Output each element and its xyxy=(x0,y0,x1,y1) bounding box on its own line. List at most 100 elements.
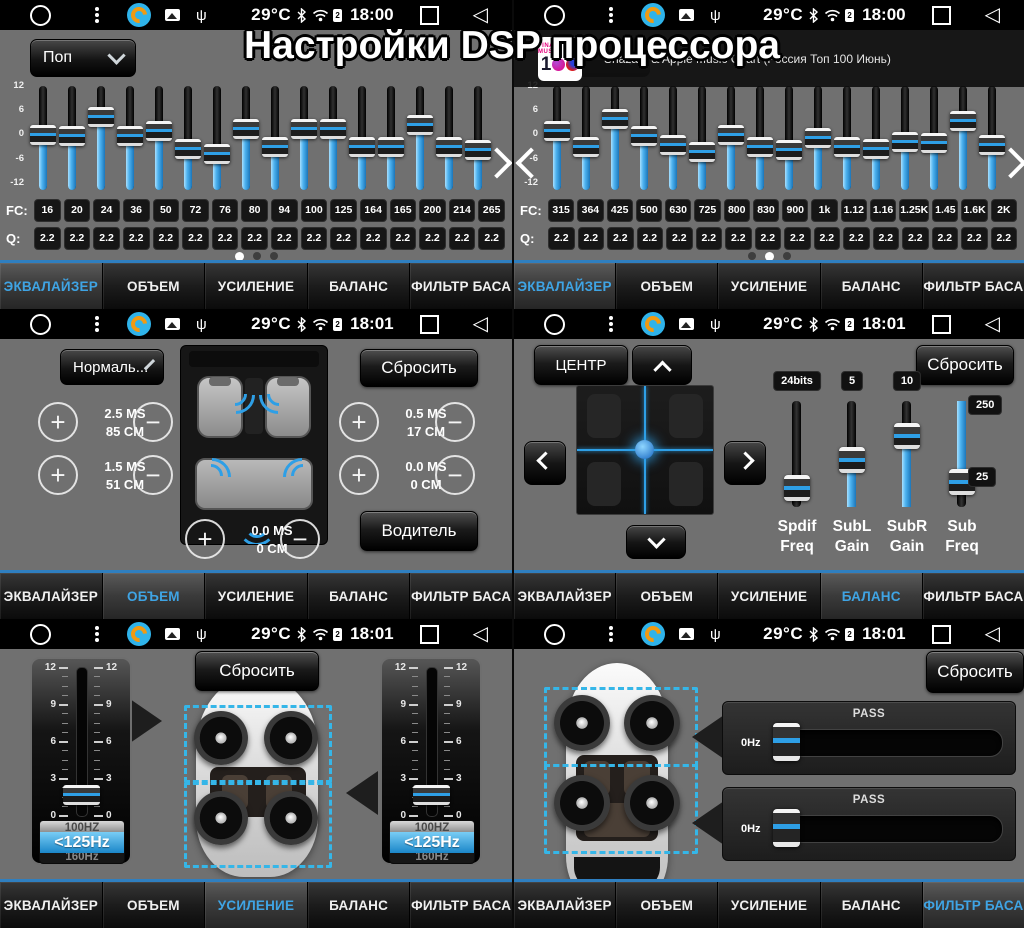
back-triangle-icon[interactable]: ◁ xyxy=(473,624,488,644)
eq-band-slider[interactable] xyxy=(174,86,202,190)
tab-1[interactable]: ЭКВАЛАЙЗЕР xyxy=(514,263,616,309)
eq-band-slider[interactable] xyxy=(116,86,144,190)
fc-value-badge[interactable]: 16 xyxy=(34,199,61,222)
fc-value-badge[interactable]: 50 xyxy=(153,199,180,222)
slider-thumb[interactable] xyxy=(747,137,773,157)
eq-band-slider[interactable] xyxy=(145,86,173,190)
rear-gain-fader[interactable]: 121299663300100HZ<125Hz160Hz xyxy=(380,657,482,865)
eq-band-slider[interactable] xyxy=(319,86,347,190)
slider-thumb[interactable] xyxy=(233,119,259,139)
slider-thumb[interactable] xyxy=(544,121,570,141)
recents-square-icon[interactable] xyxy=(932,315,951,334)
slider-thumb[interactable] xyxy=(175,139,201,159)
recents-square-icon[interactable] xyxy=(420,625,439,644)
delay-preset-dropdown[interactable]: Нормаль... xyxy=(60,349,164,385)
fader-thumb[interactable] xyxy=(63,785,100,805)
fader-down-button[interactable] xyxy=(626,525,686,559)
q-value-badge[interactable]: 2.2 xyxy=(873,227,900,250)
tab-2[interactable]: ОБЪЕМ xyxy=(103,573,206,619)
fc-value-badge[interactable]: 36 xyxy=(123,199,150,222)
fc-value-badge[interactable]: 364 xyxy=(577,199,603,222)
tab-1[interactable]: ЭКВАЛАЙЗЕР xyxy=(514,882,616,928)
q-value-badge[interactable]: 2.2 xyxy=(961,227,988,250)
fc-value-badge[interactable]: 214 xyxy=(449,199,476,222)
tab-1[interactable]: ЭКВАЛАЙЗЕР xyxy=(0,263,103,309)
frequency-option[interactable]: 100HZ xyxy=(390,821,474,832)
slider-thumb[interactable] xyxy=(349,137,375,157)
pass-filter-thumb[interactable] xyxy=(773,809,800,847)
delay-plus-button[interactable]: + xyxy=(38,402,78,442)
slider-thumb[interactable] xyxy=(776,140,802,160)
recents-square-icon[interactable] xyxy=(420,6,439,25)
delay-minus-button[interactable]: − xyxy=(133,455,173,495)
q-value-badge[interactable]: 2.2 xyxy=(548,227,575,250)
back-triangle-icon[interactable]: ◁ xyxy=(985,314,1000,334)
front-pass-filter[interactable]: PASS0Hz xyxy=(722,701,1016,775)
tab-3[interactable]: УСИЛЕНИЕ xyxy=(718,573,820,619)
fader-up-button[interactable] xyxy=(632,345,692,385)
q-value-badge[interactable]: 2.2 xyxy=(212,227,239,250)
app-logo-icon[interactable] xyxy=(641,312,665,336)
reset-button[interactable]: Сбросить xyxy=(926,651,1024,693)
frequency-picker[interactable]: 100HZ<125Hz160Hz xyxy=(389,820,475,864)
home-circle-icon[interactable] xyxy=(30,314,51,335)
eq-band-slider[interactable] xyxy=(920,86,948,190)
app-logo-icon[interactable] xyxy=(127,312,151,336)
delay-minus-button[interactable]: − xyxy=(435,402,475,442)
q-value-badge[interactable]: 2.2 xyxy=(241,227,268,250)
tab-2[interactable]: ОБЪЕМ xyxy=(103,882,206,928)
tab-4[interactable]: БАЛАНС xyxy=(308,263,411,309)
eq-band-slider[interactable] xyxy=(290,86,318,190)
fc-value-badge[interactable]: 500 xyxy=(636,199,662,222)
slider-thumb[interactable] xyxy=(805,128,831,148)
eq-band-slider[interactable] xyxy=(746,86,774,190)
tab-1[interactable]: ЭКВАЛАЙЗЕР xyxy=(514,573,616,619)
slider-thumb[interactable] xyxy=(59,126,85,146)
recents-square-icon[interactable] xyxy=(932,6,951,25)
delay-minus-button[interactable]: − xyxy=(280,519,320,559)
slider-thumb[interactable] xyxy=(204,144,230,164)
balance-position-map[interactable] xyxy=(576,385,714,515)
tab-3[interactable]: УСИЛЕНИЕ xyxy=(205,573,308,619)
overflow-menu-icon[interactable] xyxy=(609,13,613,17)
eq-band-slider[interactable] xyxy=(891,86,919,190)
rear-pass-filter[interactable]: PASS0Hz xyxy=(722,787,1016,861)
fc-value-badge[interactable]: 165 xyxy=(390,199,417,222)
frequency-picker[interactable]: 100HZ<125Hz160Hz xyxy=(39,820,125,864)
fc-value-badge[interactable]: 1.45 xyxy=(932,199,958,222)
eq-band-slider[interactable] xyxy=(435,86,463,190)
eq-band-slider[interactable] xyxy=(601,86,629,190)
delay-minus-button[interactable]: − xyxy=(435,455,475,495)
tab-5[interactable]: ФИЛЬТР БАСА xyxy=(923,573,1024,619)
back-triangle-icon[interactable]: ◁ xyxy=(985,624,1000,644)
eq-band-slider[interactable] xyxy=(804,86,832,190)
frequency-option[interactable]: 100HZ xyxy=(40,821,124,832)
reset-button[interactable]: Сбросить xyxy=(360,349,478,387)
tab-3[interactable]: УСИЛЕНИЕ xyxy=(718,263,820,309)
tab-1[interactable]: ЭКВАЛАЙЗЕР xyxy=(0,573,103,619)
balance-slider-subl-gain[interactable]: 5SubLGain xyxy=(822,371,882,571)
fc-value-badge[interactable]: 315 xyxy=(548,199,574,222)
center-button[interactable]: ЦЕНТР xyxy=(534,345,628,385)
slider-thumb[interactable] xyxy=(921,133,947,153)
overflow-menu-icon[interactable] xyxy=(95,322,99,326)
fc-value-badge[interactable]: 265 xyxy=(478,199,505,222)
fc-value-badge[interactable]: 630 xyxy=(665,199,691,222)
balance-slider-subr-gain[interactable]: 10SubRGain xyxy=(877,371,937,571)
tab-5[interactable]: ФИЛЬТР БАСА xyxy=(410,263,512,309)
eq-band-slider[interactable] xyxy=(572,86,600,190)
fc-value-badge[interactable]: 800 xyxy=(724,199,750,222)
q-value-badge[interactable]: 2.2 xyxy=(123,227,150,250)
slider-thumb[interactable] xyxy=(718,125,744,145)
slider-thumb[interactable] xyxy=(320,119,346,139)
fc-value-badge[interactable]: 425 xyxy=(607,199,633,222)
q-value-badge[interactable]: 2.2 xyxy=(34,227,61,250)
q-value-badge[interactable]: 2.2 xyxy=(666,227,693,250)
slider-thumb[interactable] xyxy=(30,125,56,145)
eq-band-slider[interactable] xyxy=(406,86,434,190)
delay-plus-button[interactable]: + xyxy=(185,519,225,559)
fc-value-badge[interactable]: 125 xyxy=(330,199,357,222)
slider-thumb[interactable] xyxy=(863,139,889,159)
q-value-badge[interactable]: 2.2 xyxy=(902,227,929,250)
slider-thumb[interactable] xyxy=(784,475,810,501)
